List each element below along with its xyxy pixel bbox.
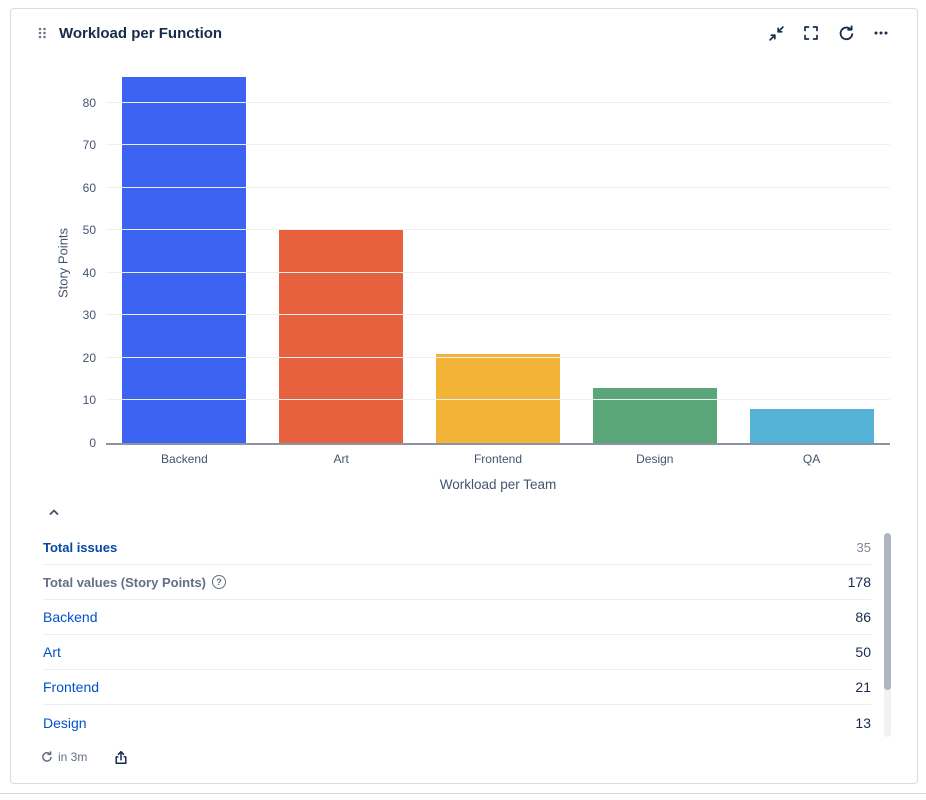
- bar-slot: [106, 77, 263, 443]
- table-row-value: 86: [855, 609, 871, 625]
- x-category-label: Design: [576, 452, 733, 466]
- x-axis-title: Workload per Team: [106, 466, 890, 492]
- bar-slot: [420, 77, 577, 443]
- table-row-value: 178: [848, 574, 871, 590]
- table-collapse-row: [11, 492, 917, 528]
- table-row-value: 21: [855, 679, 871, 695]
- table-row: Frontend 21: [43, 670, 871, 705]
- bar-slot: [576, 77, 733, 443]
- refresh-countdown-text: in 3m: [58, 750, 87, 764]
- table-row-label[interactable]: Design: [43, 715, 87, 731]
- y-tick-label: 0: [62, 436, 96, 450]
- bar-slot: [733, 77, 890, 443]
- plot-area: 01020304050607080: [106, 77, 890, 445]
- gridline: [106, 229, 890, 230]
- help-icon[interactable]: ?: [212, 575, 226, 589]
- gridline: [106, 272, 890, 273]
- table-row: Art 50: [43, 635, 871, 670]
- y-tick-label: 40: [62, 266, 96, 280]
- gridline: [106, 144, 890, 145]
- bar-slot: [263, 77, 420, 443]
- table-scrollbar[interactable]: [884, 533, 891, 737]
- x-category-label: QA: [733, 452, 890, 466]
- gridline: [106, 102, 890, 103]
- gridline: [106, 187, 890, 188]
- table-scrollbar-thumb[interactable]: [884, 533, 891, 690]
- bars-container: [106, 77, 890, 443]
- table-row: Backend 86: [43, 600, 871, 635]
- gridline: [106, 357, 890, 358]
- x-axis-labels: BackendArtFrontendDesignQA: [106, 445, 890, 466]
- y-tick-label: 30: [62, 308, 96, 322]
- bar-chart: Story Points 01020304050607080 BackendAr…: [11, 51, 917, 492]
- gridline: [106, 314, 890, 315]
- widget-title: Workload per Function: [59, 25, 222, 42]
- refresh-icon[interactable]: [836, 23, 856, 43]
- bar-backend[interactable]: [122, 77, 246, 443]
- table-row-value: 13: [855, 715, 871, 731]
- y-axis-title: Story Points: [56, 228, 71, 298]
- workload-widget: Workload per Function: [10, 8, 918, 784]
- gridline: [106, 399, 890, 400]
- fullscreen-icon[interactable]: [801, 23, 821, 43]
- more-options-icon[interactable]: [871, 23, 891, 43]
- minimize-icon[interactable]: [766, 23, 786, 43]
- share-icon[interactable]: [111, 747, 131, 767]
- x-category-label: Art: [263, 452, 420, 466]
- bar-frontend[interactable]: [436, 354, 560, 443]
- y-tick-label: 50: [62, 223, 96, 237]
- bar-qa[interactable]: [750, 409, 874, 443]
- table-row: Total values (Story Points)? 178: [43, 565, 871, 600]
- bar-design[interactable]: [593, 388, 717, 443]
- y-tick-label: 10: [62, 393, 96, 407]
- header-actions: [766, 23, 891, 43]
- page-bottom-divider: [0, 793, 926, 794]
- table-row-label[interactable]: Backend: [43, 609, 97, 625]
- table-row-label[interactable]: Frontend: [43, 679, 99, 695]
- table-row: Total issues 35: [43, 530, 871, 565]
- summary-table: Total issues 35 Total values (Story Points…: [11, 530, 917, 740]
- dashboard-page: Workload per Function: [0, 0, 926, 800]
- table-row: Design 13: [43, 705, 871, 740]
- drag-handle-icon[interactable]: [35, 25, 49, 41]
- table-row-value: 35: [857, 540, 871, 555]
- widget-header: Workload per Function: [11, 9, 917, 51]
- table-row-label: Total values (Story Points): [43, 575, 206, 590]
- chevron-up-icon[interactable]: [47, 506, 61, 518]
- x-category-label: Frontend: [420, 452, 577, 466]
- x-category-label: Backend: [106, 452, 263, 466]
- y-tick-label: 20: [62, 351, 96, 365]
- y-tick-label: 70: [62, 138, 96, 152]
- y-tick-label: 80: [62, 96, 96, 110]
- refresh-countdown[interactable]: in 3m: [41, 750, 87, 764]
- table-row-label[interactable]: Art: [43, 644, 61, 660]
- bar-art[interactable]: [279, 230, 403, 443]
- table-row-label[interactable]: Total issues: [43, 540, 117, 555]
- table-row-value: 50: [855, 644, 871, 660]
- refresh-countdown-icon: [41, 751, 53, 763]
- widget-footer: in 3m: [11, 740, 917, 767]
- y-tick-label: 60: [62, 181, 96, 195]
